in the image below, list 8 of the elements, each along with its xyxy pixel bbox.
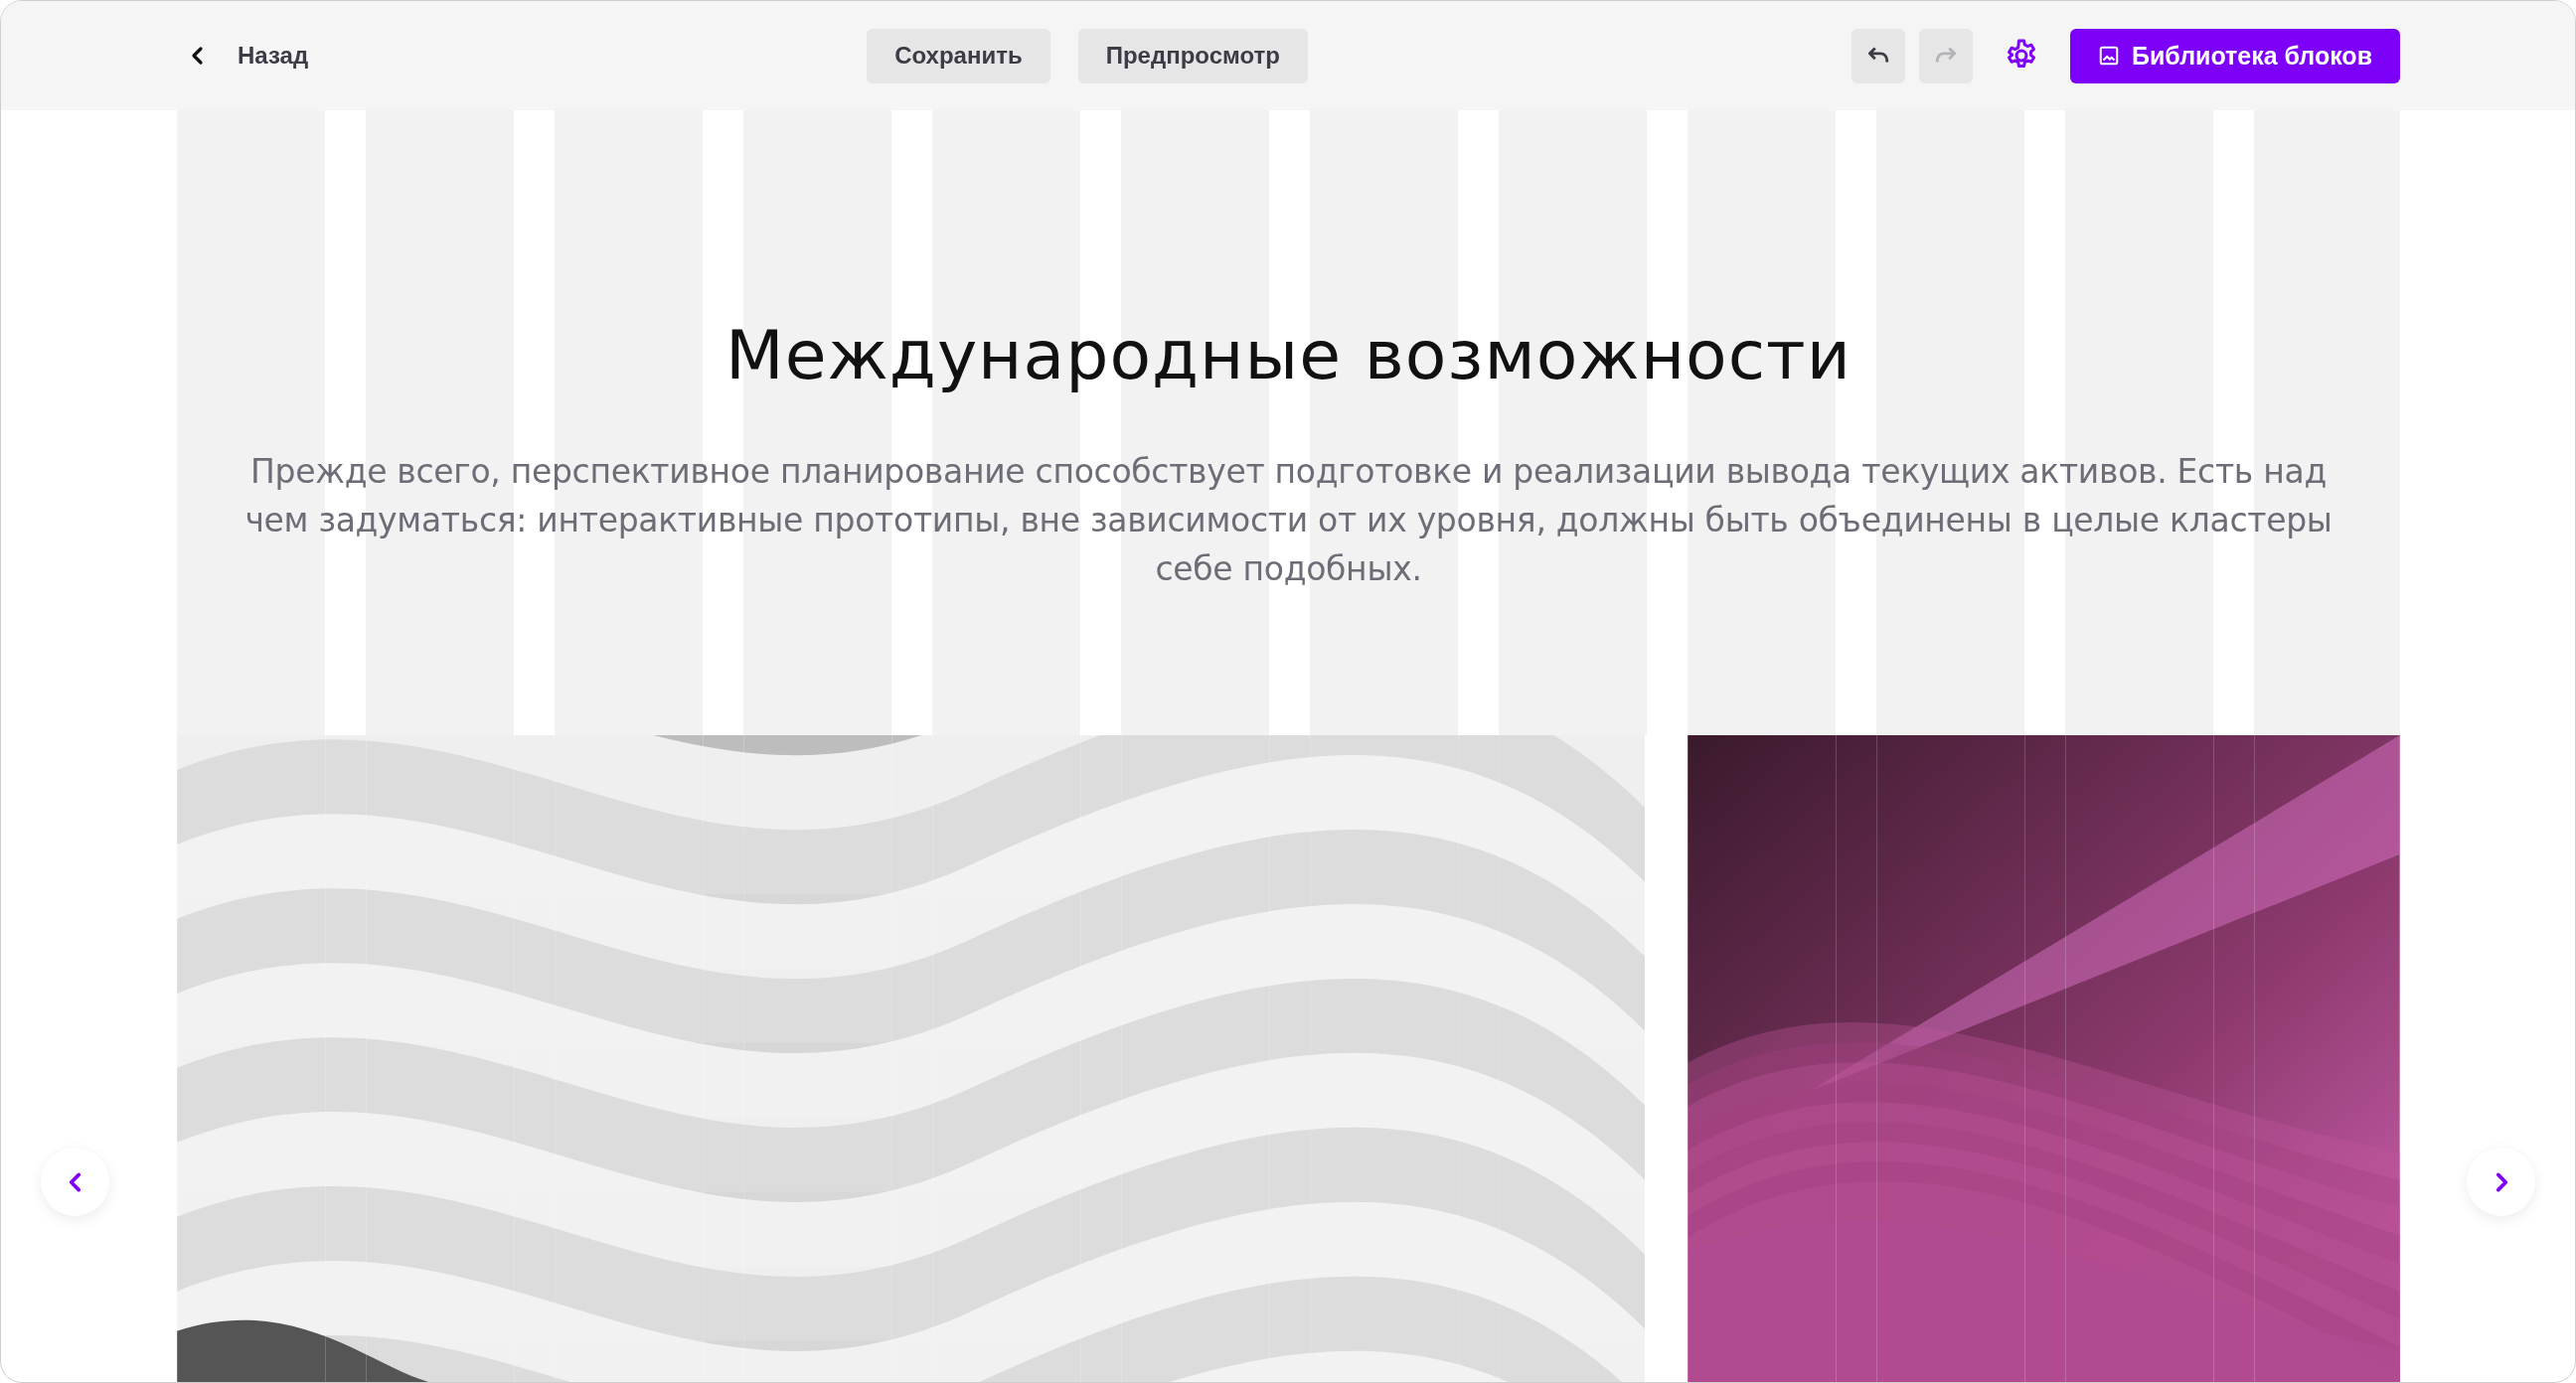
section-text: Прежде всего, перспективное планирование способствует подготовке и реализации вывода текущих активов. Есть над чем задуматься: интерактивные прототипы, вне зависимости от их уровня, должны быть объединены в целые кластеры себе подобных. [243, 451, 2334, 590]
block-library-button[interactable]: Библиотека блоков [2069, 28, 2400, 83]
undo-button[interactable] [1851, 28, 1905, 83]
image-icon [2097, 45, 2120, 67]
back-link[interactable]: Назад [186, 42, 309, 70]
save-button[interactable]: Сохранить [867, 28, 1050, 83]
section-title: Международные возможности [725, 316, 1852, 394]
preview-button[interactable]: Предпросмотр [1077, 28, 1308, 83]
